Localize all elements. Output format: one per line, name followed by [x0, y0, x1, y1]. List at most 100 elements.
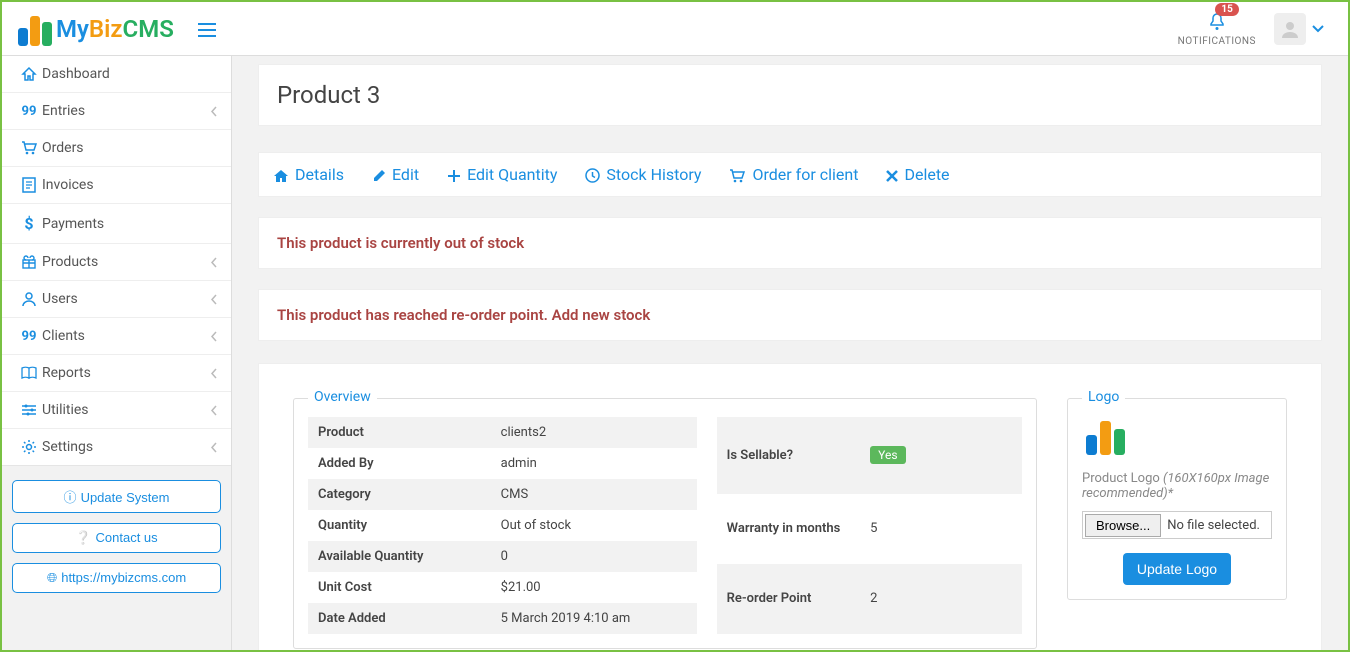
stock-history-link[interactable]: Stock History — [585, 165, 701, 184]
logo-bars-icon — [18, 12, 52, 46]
sidebar-item-entries[interactable]: 99Entries — [2, 93, 231, 130]
invoice-icon — [16, 177, 42, 193]
notifications-count: 15 — [1215, 3, 1238, 16]
plus-icon — [447, 166, 461, 184]
sidebar: Dashboard99EntriesOrdersInvoices$Payment… — [2, 56, 232, 650]
overview-legend: Overview — [308, 389, 377, 405]
logo-help-text: Product Logo (160X160px Image recommende… — [1082, 471, 1272, 501]
user-menu[interactable] — [1274, 13, 1324, 45]
clock-icon — [585, 166, 600, 184]
close-icon — [886, 166, 898, 184]
overview-table-left: Productclients2Added ByadminCategoryCMSQ… — [308, 417, 697, 634]
field-value: clients2 — [491, 417, 697, 448]
details-link[interactable]: Details — [273, 165, 344, 184]
field-key: Quantity — [308, 510, 491, 541]
ninety-icon: 99 — [16, 329, 42, 344]
browse-button[interactable]: Browse... — [1085, 514, 1161, 537]
field-value: 5 — [860, 494, 1022, 564]
product-toolbar: Details Edit Edit Quantity Stock History… — [258, 152, 1322, 197]
edit-quantity-link[interactable]: Edit Quantity — [447, 165, 557, 184]
update-logo-button[interactable]: Update Logo — [1123, 553, 1231, 585]
chevron-down-icon — [1312, 22, 1324, 36]
field-key: Unit Cost — [308, 572, 491, 603]
bell-icon: 15 — [1209, 11, 1225, 32]
field-key: Available Quantity — [308, 541, 491, 572]
table-row: Date Added5 March 2019 4:10 am — [308, 603, 697, 634]
cart-icon — [16, 141, 42, 155]
field-key: Is Sellable? — [717, 417, 861, 494]
notifications-label: NOTIFICATIONS — [1178, 36, 1256, 47]
page-title: Product 3 — [277, 81, 1303, 109]
avatar-icon — [1274, 13, 1306, 45]
sidebar-item-label: Dashboard — [42, 66, 217, 82]
logo-legend: Logo — [1082, 389, 1125, 405]
home-icon — [16, 66, 42, 82]
field-key: Product — [308, 417, 491, 448]
order-for-client-link[interactable]: Order for client — [729, 165, 858, 184]
chevron-left-icon — [210, 441, 217, 454]
user-icon — [16, 291, 42, 307]
sidebar-item-users[interactable]: Users — [2, 281, 231, 318]
logo-fieldset: Logo Product Logo (160X160px Image recom… — [1067, 398, 1287, 600]
pencil-icon — [372, 166, 386, 184]
update-system-button[interactable]: ⓘUpdate System — [12, 480, 221, 513]
brand-logo[interactable]: MyBizCMS — [12, 12, 174, 46]
field-value: admin — [491, 448, 697, 479]
dollar-icon: $ — [16, 214, 42, 233]
table-row: CategoryCMS — [308, 479, 697, 510]
field-key: Re-order Point — [717, 564, 861, 634]
chevron-left-icon — [210, 256, 217, 269]
sidebar-item-label: Clients — [42, 328, 210, 344]
sliders-icon — [16, 403, 42, 417]
sidebar-item-label: Entries — [42, 103, 210, 119]
gear-icon — [16, 439, 42, 455]
field-value: CMS — [491, 479, 697, 510]
chevron-left-icon — [210, 404, 217, 417]
table-row: Added Byadmin — [308, 448, 697, 479]
alert-text: This product has reached re-order point.… — [277, 306, 1303, 324]
sidebar-item-orders[interactable]: Orders — [2, 130, 231, 167]
sidebar-item-payments[interactable]: $Payments — [2, 204, 231, 244]
notifications-button[interactable]: 15 NOTIFICATIONS — [1178, 11, 1256, 47]
product-logo-icon — [1082, 417, 1132, 457]
menu-toggle-icon[interactable] — [198, 17, 216, 41]
alert-reorder: This product has reached re-order point.… — [258, 289, 1322, 341]
field-value: $21.00 — [491, 572, 697, 603]
chevron-left-icon — [210, 105, 217, 118]
file-input[interactable]: Browse... No file selected. — [1082, 511, 1272, 539]
site-link-button[interactable]: 🌐︎https://mybizcms.com — [12, 563, 221, 593]
table-row: QuantityOut of stock — [308, 510, 697, 541]
sidebar-item-utilities[interactable]: Utilities — [2, 392, 231, 429]
table-row: Productclients2 — [308, 417, 697, 448]
home-icon — [273, 166, 289, 184]
field-value: 5 March 2019 4:10 am — [491, 603, 697, 634]
table-row: Unit Cost$21.00 — [308, 572, 697, 603]
sidebar-item-clients[interactable]: 99Clients — [2, 318, 231, 355]
sidebar-item-settings[interactable]: Settings — [2, 429, 231, 465]
sidebar-item-products[interactable]: Products — [2, 244, 231, 281]
edit-link[interactable]: Edit — [372, 165, 419, 184]
sidebar-item-label: Payments — [42, 216, 217, 232]
details-card: Overview Productclients2Added ByadminCat… — [258, 363, 1322, 650]
main-content: Product 3 Details Edit Edit Quantity Sto… — [232, 56, 1348, 650]
field-value: 2 — [860, 564, 1022, 634]
sidebar-item-dashboard[interactable]: Dashboard — [2, 56, 231, 93]
brand-name: MyBizCMS — [56, 15, 174, 43]
sidebar-item-label: Orders — [42, 140, 217, 156]
file-status: No file selected. — [1163, 518, 1260, 533]
ninety-icon: 99 — [16, 104, 42, 119]
field-key: Added By — [308, 448, 491, 479]
field-key: Category — [308, 479, 491, 510]
help-icon: ❔ — [75, 530, 91, 545]
gift-icon — [16, 254, 42, 270]
sidebar-item-reports[interactable]: Reports — [2, 355, 231, 392]
sidebar-item-label: Products — [42, 254, 210, 270]
cart-icon — [729, 166, 746, 184]
sidebar-item-label: Users — [42, 291, 210, 307]
contact-us-button[interactable]: ❔Contact us — [12, 523, 221, 553]
globe-icon: 🌐︎ — [47, 570, 57, 585]
book-icon — [16, 366, 42, 380]
sidebar-item-invoices[interactable]: Invoices — [2, 167, 231, 204]
alert-out-of-stock: This product is currently out of stock — [258, 217, 1322, 269]
delete-link[interactable]: Delete — [886, 165, 949, 184]
